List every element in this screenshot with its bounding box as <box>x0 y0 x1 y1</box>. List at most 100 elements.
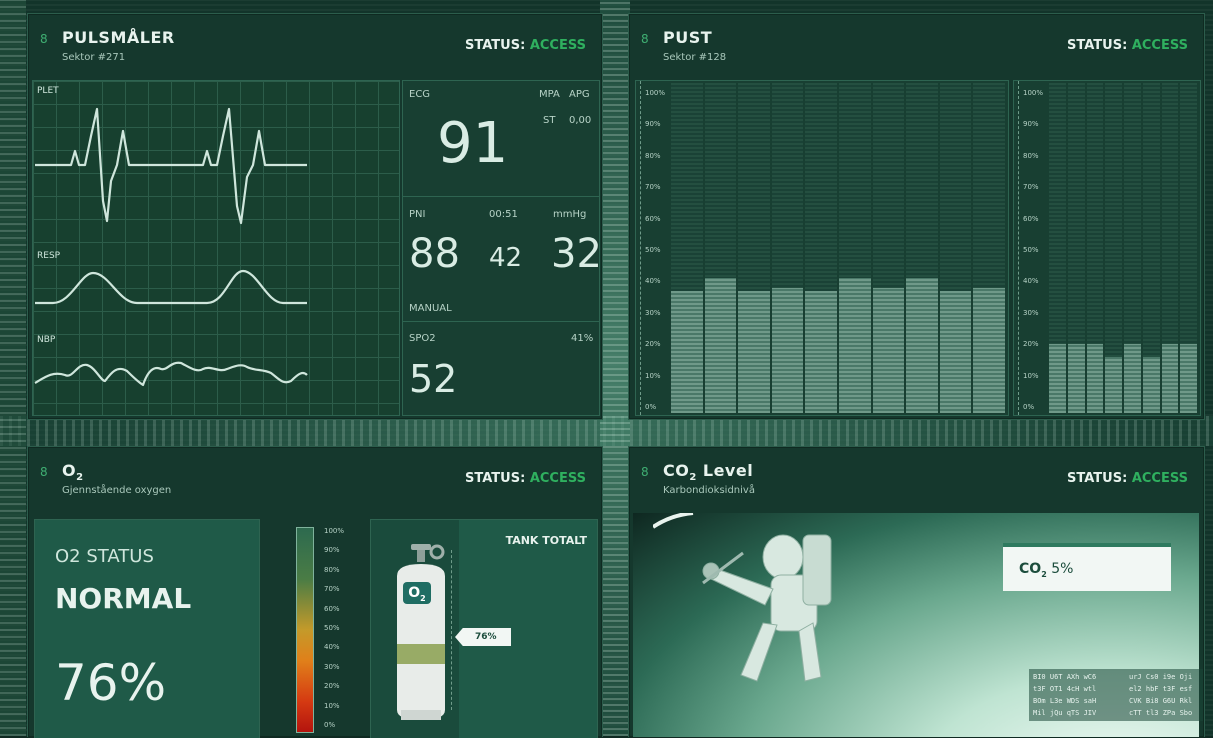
pulse-panel-header: 8 PULSMÅLER Sektor #271 STATUS: ACCESS <box>28 14 602 76</box>
breath-bar-fill <box>771 287 804 413</box>
axis-tick-label: 0% <box>645 403 657 411</box>
breath-bar <box>1142 83 1160 413</box>
breath-bar-fill <box>1067 343 1085 413</box>
o2-percent: 76% <box>55 654 167 712</box>
panel-subtitle: Karbondioksidnivå <box>663 485 755 496</box>
breath-bar <box>973 83 1005 413</box>
breath-bar <box>1067 83 1085 413</box>
astronaut-icon <box>653 513 832 682</box>
breath-bar <box>1049 83 1066 413</box>
panel-number: 8 <box>40 465 48 479</box>
panel-number: 8 <box>40 32 48 46</box>
status-indicator: STATUS: ACCESS <box>465 38 586 53</box>
axis-tick-label: 30% <box>1023 308 1039 317</box>
breath-bar-fill <box>1124 343 1141 413</box>
gauge-tick-label: 100% <box>324 527 345 535</box>
gauge-tick-label: 70% <box>324 585 340 594</box>
pni-label: PNI <box>409 209 426 220</box>
tank-fill-band <box>397 644 445 664</box>
breath-bar <box>1161 83 1179 413</box>
breath-bar-fill <box>939 290 972 413</box>
breath-bar <box>1086 83 1104 413</box>
axis-tick-label: 80% <box>1023 151 1039 160</box>
st-label: ST <box>543 115 556 126</box>
pni-unit: mmHg <box>553 209 587 220</box>
breath-bar-fill <box>738 290 770 413</box>
status-indicator: STATUS: ACCESS <box>465 471 586 486</box>
breath-bar-fill <box>1180 343 1197 413</box>
breath-bar-fill <box>973 287 1005 413</box>
vitals-divider-1 <box>403 196 599 197</box>
apg-label: APG <box>569 89 590 100</box>
vitals-divider-2 <box>403 321 599 322</box>
breath-left-bars <box>670 83 1006 413</box>
tank-label: TANK TOTALT <box>505 534 587 547</box>
status-indicator: STATUS: ACCESS <box>1067 471 1188 486</box>
axis-tick-label: 100% <box>1023 89 1044 97</box>
st-value: 0,00 <box>569 115 592 126</box>
code-line: t3F OT1 4cH wtl <box>1033 685 1097 693</box>
code-line: el2 hbF t3F esf <box>1129 685 1193 693</box>
o2-panel: 8 O2 Gjennstående oxygen STATUS: ACCESS … <box>27 446 603 738</box>
vitals-area: ECG MPA APG ST 0,00 91 PNI 00:51 mmHg 88… <box>402 80 602 416</box>
breath-right-bars <box>1048 83 1198 413</box>
code-line: CVK Bi8 G6U Rkl <box>1129 697 1193 705</box>
breath-right-axis: 100% 90% 80% 70% 60% 50% 40% 30% 20% 10% 0% <box>1018 81 1047 415</box>
tank-o2-badge: O2 <box>403 582 431 604</box>
tank-level-pointer: 76% <box>455 628 511 646</box>
o2-panel-header: 8 O2 Gjennstående oxygen STATUS: ACCESS <box>28 447 602 509</box>
o2-status-card: O2 STATUS NORMAL 76% <box>34 519 260 738</box>
axis-tick-label: 20% <box>1023 340 1039 349</box>
earth-astronaut-image: CO2 5% BI0 U6T AXh wC6 t3F OT1 4cH wtl B… <box>633 513 1203 737</box>
gauge-tick-label: 90% <box>324 546 340 555</box>
pni-time: 00:51 <box>489 209 518 220</box>
breath-bar-fill <box>1086 343 1104 413</box>
mpa-label: MPA <box>539 89 560 100</box>
axis-tick-label: 50% <box>645 246 661 254</box>
pni-mid: 42 <box>489 243 523 273</box>
o2-status-value: NORMAL <box>55 582 192 615</box>
code-line: BOm L3e WDS saH <box>1033 697 1097 705</box>
gauge-tick-label: 0% <box>324 721 336 729</box>
o2-gauge <box>296 527 314 733</box>
ecg-label: ECG <box>409 89 431 100</box>
breath-bar <box>805 83 837 413</box>
background-static-divider <box>600 0 630 736</box>
spo2-label: SPO2 <box>409 333 436 344</box>
breath-bar-fill <box>704 277 737 413</box>
breath-bar <box>839 83 871 413</box>
code-line: urJ Cs0 i9e Oji <box>1129 673 1193 681</box>
axis-tick-label: 60% <box>1023 214 1039 223</box>
breath-bar <box>704 83 737 413</box>
breath-bar <box>738 83 770 413</box>
axis-tick-label: 40% <box>1023 277 1039 286</box>
panel-title: PUST <box>663 28 713 47</box>
panel-title: CO2 Level <box>663 461 754 484</box>
breath-bar-fill <box>872 287 905 413</box>
spo2-percent: 41% <box>571 333 594 344</box>
code-line: BI0 U6T AXh wC6 <box>1033 673 1097 681</box>
background-static-left <box>0 0 26 736</box>
axis-tick-label: 90% <box>1023 120 1039 129</box>
co2-panel-header: 8 CO2 Level Karbondioksidnivå STATUS: AC… <box>629 447 1204 509</box>
code-line: cTT tl3 ZPa Sbo <box>1129 709 1193 717</box>
axis-tick-label: 80% <box>645 151 661 160</box>
code-block-right: urJ Cs0 i9e Oji el2 hbF t3F esf CVK Bi8 … <box>1125 669 1203 721</box>
breath-panel: 8 PUST Sektor #128 STATUS: ACCESS 100% 90… <box>628 13 1205 420</box>
breath-bar-fill <box>1049 343 1066 413</box>
breath-bar <box>1105 83 1122 413</box>
co2-panel: 8 CO2 Level Karbondioksidnivå STATUS: AC… <box>628 446 1205 737</box>
axis-tick-label: 10% <box>1023 371 1039 380</box>
axis-tick-label: 20% <box>645 340 661 349</box>
resp-wave <box>35 269 307 305</box>
breath-bar <box>939 83 972 413</box>
oxygen-tank-icon <box>397 544 445 720</box>
gauge-tick-label: 10% <box>324 701 340 710</box>
gauge-tick-label: 30% <box>324 662 340 671</box>
panel-subtitle: Gjennstående oxygen <box>62 485 172 496</box>
code-block-left: BI0 U6T AXh wC6 t3F OT1 4cH wtl BOm L3e … <box>1029 669 1125 721</box>
status-indicator: STATUS: ACCESS <box>1067 38 1188 53</box>
axis-tick-label: 70% <box>645 183 661 192</box>
breath-chart-left: 100% 90% 80% 70% 60% 50% 40% 30% 20% 10% 0% <box>635 80 1009 416</box>
breath-bar <box>1124 83 1141 413</box>
